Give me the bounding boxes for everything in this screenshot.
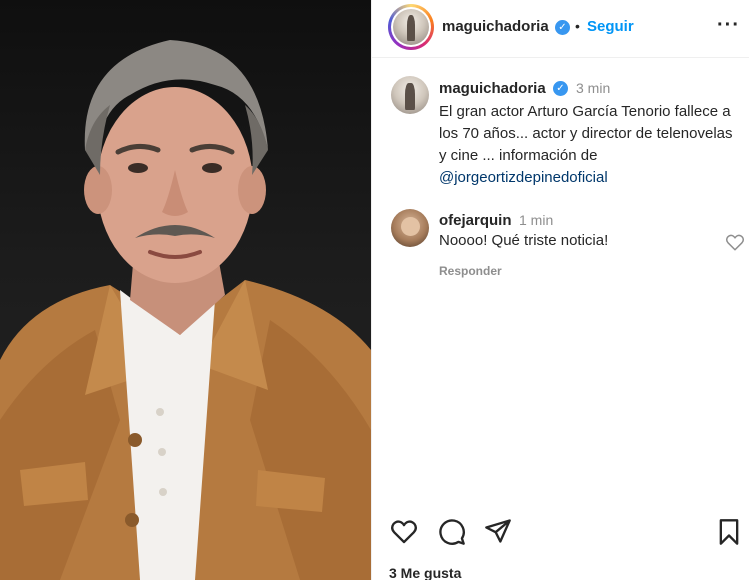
comment-like-heart-icon[interactable]	[725, 233, 745, 256]
comment-text: Noooo! Qué triste noticia!	[439, 232, 609, 249]
comment-time: 1 min	[519, 212, 554, 228]
comment-username[interactable]: ofejarquin	[439, 212, 512, 229]
verified-badge-icon: ✓	[555, 20, 570, 35]
post-header: maguichadoria ✓ • Seguir ···	[372, 0, 749, 58]
heart-icon[interactable]	[390, 518, 418, 549]
likes-count[interactable]: 3 Me gusta	[389, 565, 461, 580]
post-photo[interactable]	[0, 0, 371, 580]
caption-body: El gran actor Arturo García Tenorio fall…	[439, 103, 733, 164]
more-options-icon[interactable]: ···	[717, 14, 740, 37]
bookmark-icon[interactable]	[718, 518, 740, 551]
post-panel: maguichadoria ✓ • Seguir ··· maguichador…	[371, 0, 749, 580]
portrait-illustration	[0, 40, 371, 580]
author-username[interactable]: maguichadoria	[442, 18, 549, 35]
header-separator: •	[575, 18, 580, 34]
author-avatar[interactable]	[388, 4, 434, 50]
caption-time: 3 min	[576, 80, 611, 96]
follow-button[interactable]: Seguir	[587, 18, 634, 35]
post-actions-bar	[372, 518, 749, 558]
share-icon[interactable]	[484, 518, 512, 549]
caption-mention-link[interactable]: @jorgeortizdepinedoficial	[439, 169, 608, 186]
reply-button[interactable]: Responder	[439, 264, 502, 278]
caption-author-avatar[interactable]	[391, 76, 429, 114]
caption-text: El gran actor Arturo García Tenorio fall…	[439, 101, 739, 189]
verified-badge-icon: ✓	[553, 81, 568, 96]
commenter-avatar[interactable]	[391, 209, 429, 247]
comment-icon[interactable]	[438, 518, 466, 551]
caption-username[interactable]: maguichadoria	[439, 80, 546, 97]
